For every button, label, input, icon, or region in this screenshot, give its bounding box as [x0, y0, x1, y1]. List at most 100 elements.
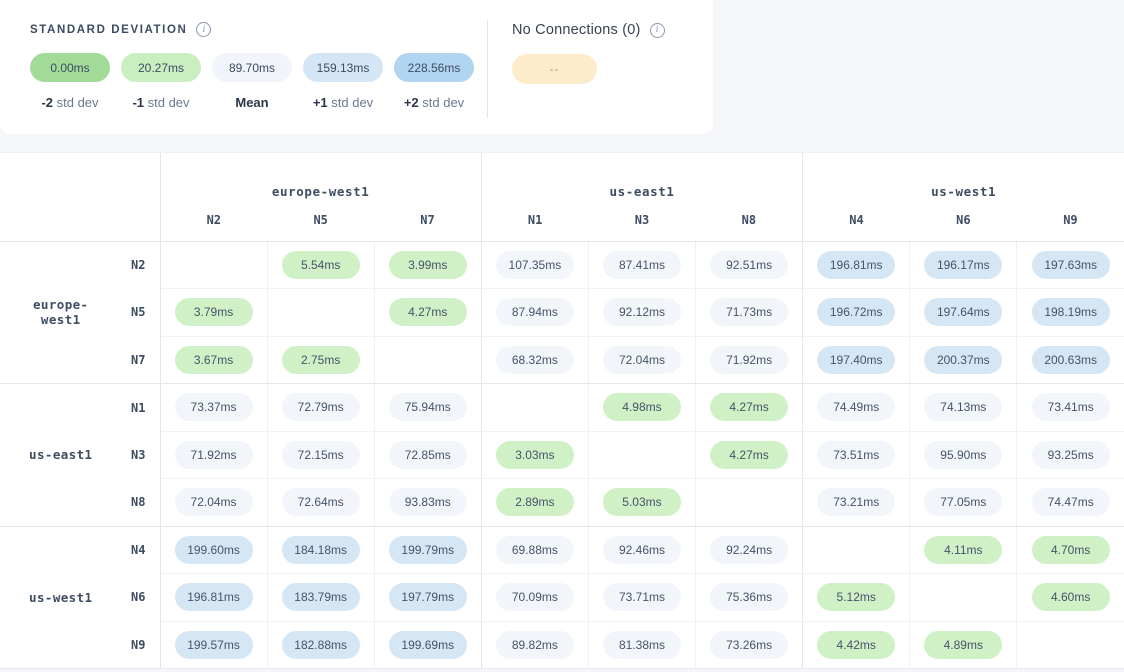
latency-value-pill[interactable]: 3.67ms — [175, 346, 253, 374]
latency-value-pill[interactable]: 199.60ms — [175, 536, 253, 564]
latency-value-pill[interactable]: 3.03ms — [496, 441, 574, 469]
matrix-cell: 75.36ms — [696, 574, 803, 622]
latency-value-pill[interactable]: 4.42ms — [817, 631, 895, 659]
matrix-cell: 72.04ms — [160, 479, 267, 527]
latency-value-pill[interactable]: 70.09ms — [496, 583, 574, 611]
latency-value-pill[interactable]: 75.36ms — [710, 583, 788, 611]
row-label: europe-west1N5 — [0, 289, 160, 337]
latency-value-pill[interactable]: 199.79ms — [389, 536, 467, 564]
latency-value-pill[interactable]: 72.04ms — [175, 488, 253, 516]
latency-value-pill[interactable]: 3.79ms — [175, 298, 253, 326]
latency-value-pill[interactable]: 198.19ms — [1032, 298, 1110, 326]
matrix-cell: 4.27ms — [696, 384, 803, 432]
latency-value-pill[interactable]: 92.24ms — [710, 536, 788, 564]
matrix-cell — [374, 336, 481, 384]
latency-value-pill[interactable]: 74.49ms — [817, 393, 895, 421]
matrix-row: N9199.57ms182.88ms199.69ms89.82ms81.38ms… — [0, 621, 1124, 669]
matrix-cell: 71.73ms — [696, 289, 803, 337]
info-icon[interactable]: i — [650, 23, 665, 38]
latency-value-pill[interactable]: 93.83ms — [389, 488, 467, 516]
latency-value-pill[interactable]: 3.99ms — [389, 251, 467, 279]
latency-value-pill[interactable]: 92.51ms — [710, 251, 788, 279]
latency-value-pill[interactable]: 77.05ms — [924, 488, 1002, 516]
latency-value-pill[interactable]: 196.17ms — [924, 251, 1002, 279]
column-node-header: N8 — [696, 213, 803, 241]
latency-value-pill[interactable]: 73.21ms — [817, 488, 895, 516]
row-label: N1 — [0, 384, 160, 432]
latency-value-pill[interactable]: 199.57ms — [175, 631, 253, 659]
latency-value-pill[interactable]: 4.27ms — [389, 298, 467, 326]
latency-value-pill[interactable]: 196.81ms — [817, 251, 895, 279]
matrix-cell: 4.70ms — [1017, 526, 1124, 574]
latency-value-pill[interactable]: 74.47ms — [1032, 488, 1110, 516]
latency-value-pill[interactable]: 73.26ms — [710, 631, 788, 659]
latency-value-pill[interactable]: 73.41ms — [1032, 393, 1110, 421]
latency-value-pill[interactable]: 93.25ms — [1032, 441, 1110, 469]
latency-value-pill[interactable]: 4.27ms — [710, 441, 788, 469]
latency-value-pill[interactable]: 197.79ms — [389, 583, 467, 611]
latency-value-pill[interactable]: 2.75ms — [282, 346, 360, 374]
latency-value-pill[interactable]: 92.46ms — [603, 536, 681, 564]
latency-value-pill[interactable]: 4.89ms — [924, 631, 1002, 659]
latency-value-pill[interactable]: 73.51ms — [817, 441, 895, 469]
matrix-cell — [588, 431, 695, 479]
legend-card: STANDARD DEVIATION i 0.00ms -2 std dev 2… — [0, 0, 713, 134]
latency-value-pill[interactable]: 199.69ms — [389, 631, 467, 659]
latency-value-pill[interactable]: 200.63ms — [1032, 346, 1110, 374]
latency-value-pill[interactable]: 92.12ms — [603, 298, 681, 326]
latency-value-pill[interactable]: 71.92ms — [710, 346, 788, 374]
matrix-cell: 93.83ms — [374, 479, 481, 527]
latency-value-pill[interactable]: 184.18ms — [282, 536, 360, 564]
matrix-cell: 74.13ms — [910, 384, 1017, 432]
latency-value-pill[interactable]: 87.94ms — [496, 298, 574, 326]
latency-value-pill[interactable]: 197.64ms — [924, 298, 1002, 326]
latency-value-pill[interactable]: 5.54ms — [282, 251, 360, 279]
std-dev-legend: STANDARD DEVIATION i 0.00ms -2 std dev 2… — [0, 0, 487, 134]
matrix-cell: 5.03ms — [588, 479, 695, 527]
latency-value-pill[interactable]: 200.37ms — [924, 346, 1002, 374]
latency-value-pill[interactable]: 81.38ms — [603, 631, 681, 659]
latency-value-pill[interactable]: 68.32ms — [496, 346, 574, 374]
matrix-cell: 3.03ms — [481, 431, 588, 479]
latency-value-pill[interactable]: 72.04ms — [603, 346, 681, 374]
latency-value-pill[interactable]: 73.37ms — [175, 393, 253, 421]
latency-value-pill[interactable]: 2.89ms — [496, 488, 574, 516]
latency-value-pill[interactable]: 72.64ms — [282, 488, 360, 516]
matrix-cell: 72.85ms — [374, 431, 481, 479]
latency-value-pill[interactable]: 75.94ms — [389, 393, 467, 421]
latency-value-pill[interactable]: 72.79ms — [282, 393, 360, 421]
info-icon[interactable]: i — [196, 22, 211, 37]
latency-value-pill[interactable]: 74.13ms — [924, 393, 1002, 421]
latency-value-pill[interactable]: 107.35ms — [496, 251, 574, 279]
matrix-cell: 2.89ms — [481, 479, 588, 527]
matrix-cell: 70.09ms — [481, 574, 588, 622]
latency-value-pill[interactable]: 4.11ms — [924, 536, 1002, 564]
row-label: us-west1N6 — [0, 574, 160, 622]
latency-value-pill[interactable]: 5.03ms — [603, 488, 681, 516]
latency-value-pill[interactable]: 87.41ms — [603, 251, 681, 279]
matrix-cell: 198.19ms — [1017, 289, 1124, 337]
latency-value-pill[interactable]: 4.60ms — [1032, 583, 1110, 611]
matrix-cell: 200.63ms — [1017, 336, 1124, 384]
latency-value-pill[interactable]: 4.98ms — [603, 393, 681, 421]
latency-value-pill[interactable]: 72.15ms — [282, 441, 360, 469]
latency-value-pill[interactable]: 95.90ms — [924, 441, 1002, 469]
matrix-cell: 196.17ms — [910, 241, 1017, 289]
latency-value-pill[interactable]: 4.70ms — [1032, 536, 1110, 564]
latency-value-pill[interactable]: 71.73ms — [710, 298, 788, 326]
latency-value-pill[interactable]: 5.12ms — [817, 583, 895, 611]
latency-value-pill[interactable]: 4.27ms — [710, 393, 788, 421]
latency-value-pill[interactable]: 197.40ms — [817, 346, 895, 374]
latency-value-pill[interactable]: 182.88ms — [282, 631, 360, 659]
latency-value-pill[interactable]: 196.72ms — [817, 298, 895, 326]
latency-value-pill[interactable]: 89.82ms — [496, 631, 574, 659]
matrix-cell: 5.54ms — [267, 241, 374, 289]
latency-value-pill[interactable]: 196.81ms — [175, 583, 253, 611]
latency-value-pill[interactable]: 183.79ms — [282, 583, 360, 611]
latency-value-pill[interactable]: 71.92ms — [175, 441, 253, 469]
latency-value-pill[interactable]: 72.85ms — [389, 441, 467, 469]
latency-value-pill[interactable]: 73.71ms — [603, 583, 681, 611]
legend-pill: 20.27ms — [121, 53, 201, 82]
latency-value-pill[interactable]: 69.88ms — [496, 536, 574, 564]
latency-value-pill[interactable]: 197.63ms — [1032, 251, 1110, 279]
